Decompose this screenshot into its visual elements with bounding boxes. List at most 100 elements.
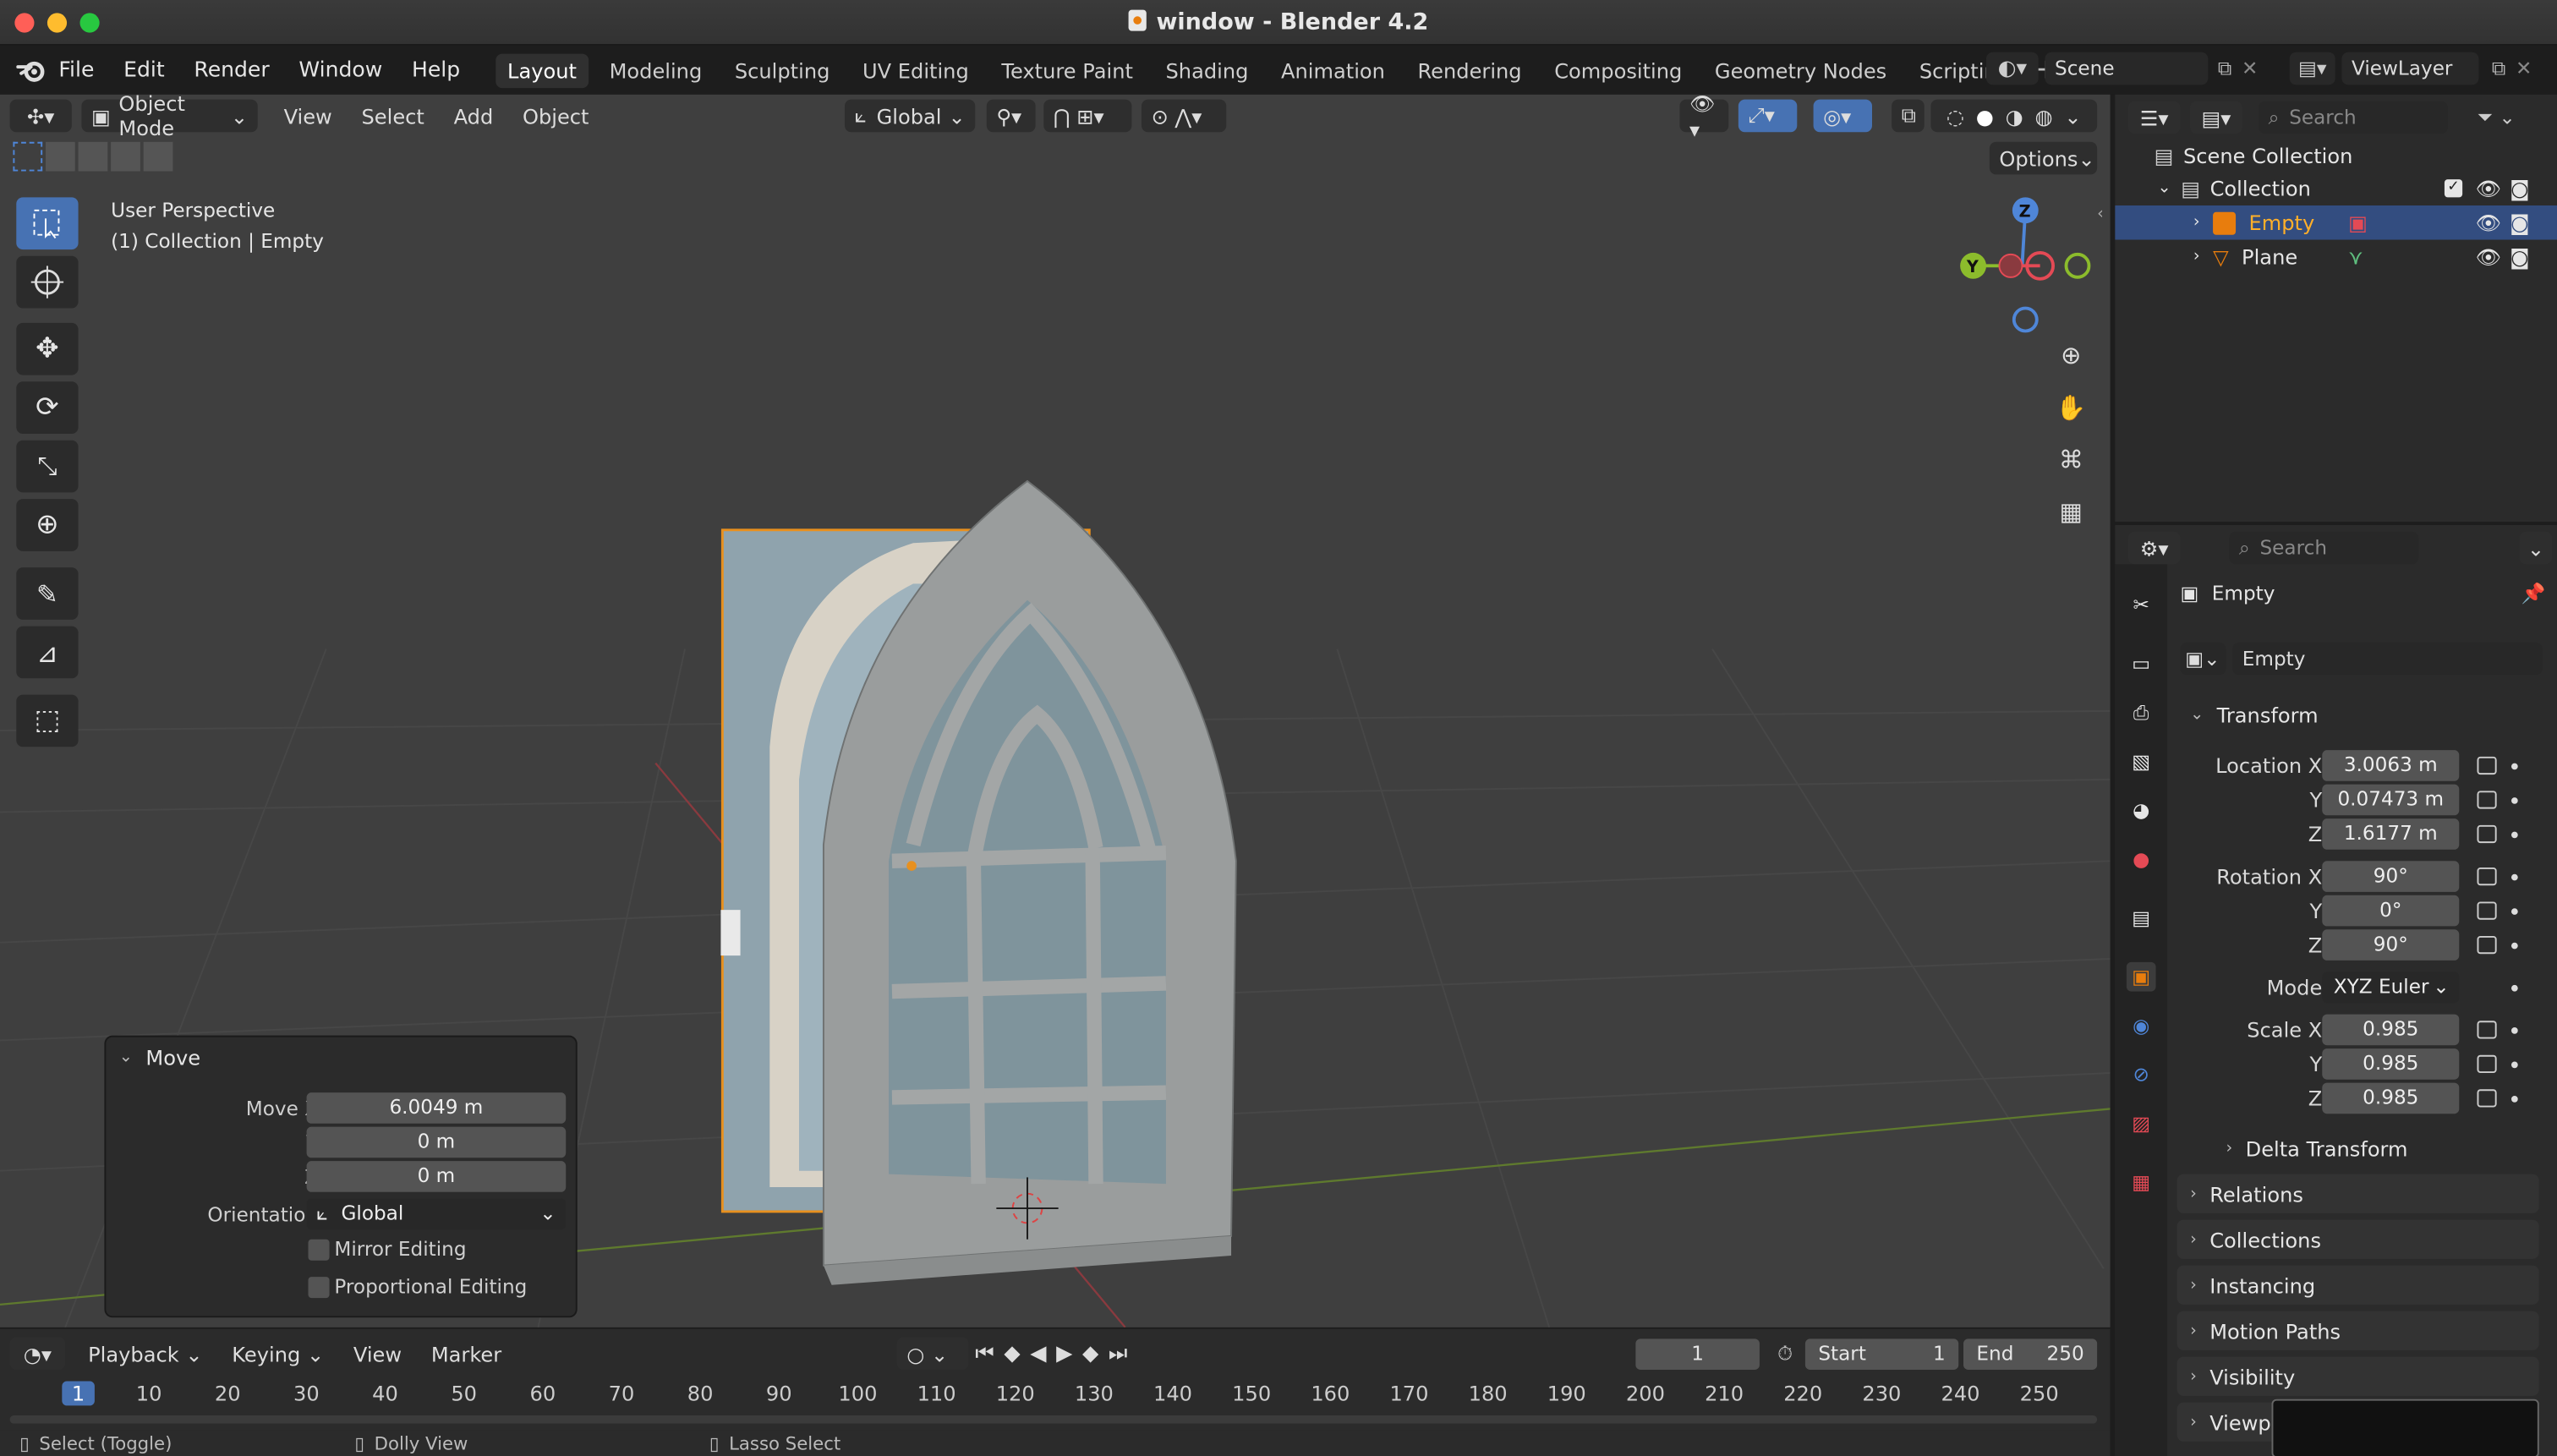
menu-file[interactable]: File [58,57,94,82]
view-layer-field[interactable]: ViewLayer [2341,52,2479,85]
marker-menu[interactable]: Marker [431,1341,501,1366]
display-mode-icon[interactable]: ▤▾ [2190,101,2242,134]
annotate-tool[interactable]: ✎ [16,567,79,620]
lock-icon[interactable] [2477,867,2497,886]
visibility-section[interactable]: › Visibility [2176,1356,2539,1396]
properties-editor-type-icon[interactable]: ⚙▾ [2127,531,2181,565]
visibility-eye-icon[interactable]: 👁 [2476,210,2502,236]
visibility-icon[interactable]: 👁▾ [1679,95,1729,141]
tab-rendering[interactable]: Rendering [1406,53,1533,87]
delta-transform-section[interactable]: › Delta Transform [2213,1129,2539,1168]
texture-tab-icon[interactable]: ▦ [2127,1168,2156,1197]
menu-view[interactable]: View [284,103,332,128]
wireframe-shading-icon[interactable]: ◌ [1946,103,1964,128]
select-invert-icon[interactable] [111,141,140,172]
jump-end-icon[interactable]: ⏭ [1109,1341,1128,1366]
snap-icon[interactable]: ⋂ ⊞▾ [1043,99,1132,133]
jump-start-icon[interactable]: ⏮ [975,1341,994,1366]
pin-icon[interactable]: 📌 [2521,582,2546,605]
collection-row[interactable]: ⌄ ▤ Collection ✓ 👁 ◙ [2115,171,2557,205]
outliner-item-empty[interactable]: › Empty ▣ 👁 ◙ [2115,205,2557,240]
lock-icon[interactable] [2477,901,2497,920]
timeline-view-menu[interactable]: View [353,1341,402,1366]
playback-menu[interactable]: Playback ⌄ [88,1341,202,1366]
timeline-editor-type-icon[interactable]: ◔▾ [9,1337,66,1370]
gizmo-neg-z-axis[interactable] [2012,306,2039,333]
object-name-field[interactable]: Empty [2232,642,2543,676]
tab-modeling[interactable]: Modeling [598,53,714,87]
scale-z-field[interactable]: 0.985 [2322,1082,2460,1114]
lock-icon[interactable] [2477,1021,2497,1039]
tab-sculpting[interactable]: Sculpting [723,53,841,87]
tab-shading[interactable]: Shading [1154,53,1260,87]
keyframe-dot-icon[interactable] [2510,763,2518,770]
measure-tool[interactable]: ⊿ [16,626,79,679]
zoom-icon[interactable]: ⊕ [2048,332,2094,378]
rotation-z-field[interactable]: 90° [2322,929,2460,961]
gizmo-toggle-icon[interactable]: ⤢▾ [1738,99,1798,133]
menu-object[interactable]: Object [523,103,589,128]
view-layer-tab-icon[interactable]: ▧ [2127,747,2156,776]
select-subtract-icon[interactable] [78,141,108,172]
menu-add[interactable]: Add [454,103,494,128]
prev-keyframe-icon[interactable]: ◆ [1004,1341,1020,1366]
exclude-checkbox[interactable]: ✓ [2444,179,2463,198]
select-box-tool[interactable] [16,197,79,250]
editor-type-icon[interactable]: ✣▾ [9,99,72,133]
overlay-toggle-icon[interactable]: ◎▾ [1813,99,1872,133]
move-y-field[interactable]: 0 m [306,1126,567,1158]
next-keyframe-icon[interactable]: ◆ [1082,1341,1098,1366]
object-browse-icon[interactable]: ▣⌄ [2180,642,2226,676]
constraints-tab-icon[interactable]: ⊘ [2127,1060,2156,1090]
menu-edit[interactable]: Edit [123,57,165,82]
view-layer-browse-icon[interactable]: ▤▾ [2289,52,2335,85]
current-frame-marker[interactable]: 1 [62,1381,95,1406]
sidebar-toggle-icon[interactable]: ‹ [2097,205,2104,223]
keyframe-dot-icon[interactable] [2510,942,2518,950]
keyframe-dot-icon[interactable] [2510,1026,2518,1034]
tab-texture-paint[interactable]: Texture Paint [990,53,1145,87]
properties-search-input[interactable]: ⌕ Search [2229,531,2419,565]
proportional-editing-icon[interactable]: ⊙ ⋀▾ [1141,99,1227,133]
move-x-field[interactable]: 6.0049 m [306,1092,567,1124]
rotation-mode-dropdown[interactable]: XYZ Euler ⌄ [2322,972,2460,1004]
instancing-section[interactable]: › Instancing [2176,1265,2539,1305]
select-extend-icon[interactable] [45,141,75,172]
frame-rate-icon[interactable]: ⏱ [1777,1341,1793,1366]
render-camera-icon[interactable]: ◙ [2510,176,2529,200]
move-z-field[interactable]: 0 m [306,1161,567,1192]
render-camera-icon[interactable]: ◙ [2510,244,2529,269]
proportional-editing-checkbox[interactable] [308,1277,330,1299]
transform-section-header[interactable]: ⌄ Transform [2177,695,2539,734]
gizmo-neg-x-axis[interactable] [1998,253,2023,278]
keyframe-dot-icon[interactable] [2510,908,2518,915]
output-tab-icon[interactable]: ⎙ [2127,698,2156,727]
remove-scene-icon[interactable]: ✕ [2242,57,2258,79]
mode-selector[interactable]: ▣ Object Mode ⌄ [81,95,258,140]
solid-shading-icon[interactable]: ● [1976,103,1994,128]
new-view-layer-icon[interactable]: ⧉ [2492,57,2506,81]
object-data-tab-icon[interactable]: ▨ [2127,1108,2156,1138]
relations-section[interactable]: › Relations [2176,1174,2539,1213]
gizmo-neg-y-axis[interactable] [2064,252,2091,279]
lock-icon[interactable] [2477,1089,2497,1108]
menu-render[interactable]: Render [194,57,269,82]
end-frame-field[interactable]: End 250 [1963,1338,2098,1370]
3d-viewport[interactable]: ✣▾ ▣ Object Mode ⌄ View Select Add Object … [0,94,2111,1327]
location-x-field[interactable]: 3.0063 m [2322,750,2460,781]
add-cube-tool[interactable]: ⬚ [16,694,79,747]
play-reverse-icon[interactable]: ◀ [1030,1341,1046,1366]
blender-logo-icon[interactable] [13,52,48,88]
rotate-tool[interactable]: ⟳ [16,381,79,434]
tab-layout[interactable]: Layout [496,52,589,88]
timeline-scrollbar[interactable] [9,1415,2098,1424]
scale-x-field[interactable]: 0.985 [2322,1014,2460,1046]
tab-animation[interactable]: Animation [1270,53,1397,87]
tool-tab-icon[interactable]: ✂ [2127,590,2156,620]
object-tab-icon[interactable]: ▣ [2126,961,2156,992]
location-y-field[interactable]: 0.07473 m [2322,784,2460,816]
lock-icon[interactable] [2477,791,2497,809]
rotation-x-field[interactable]: 90° [2322,861,2460,892]
mirror-editing-checkbox[interactable] [308,1239,330,1261]
play-icon[interactable]: ▶ [1056,1341,1072,1366]
